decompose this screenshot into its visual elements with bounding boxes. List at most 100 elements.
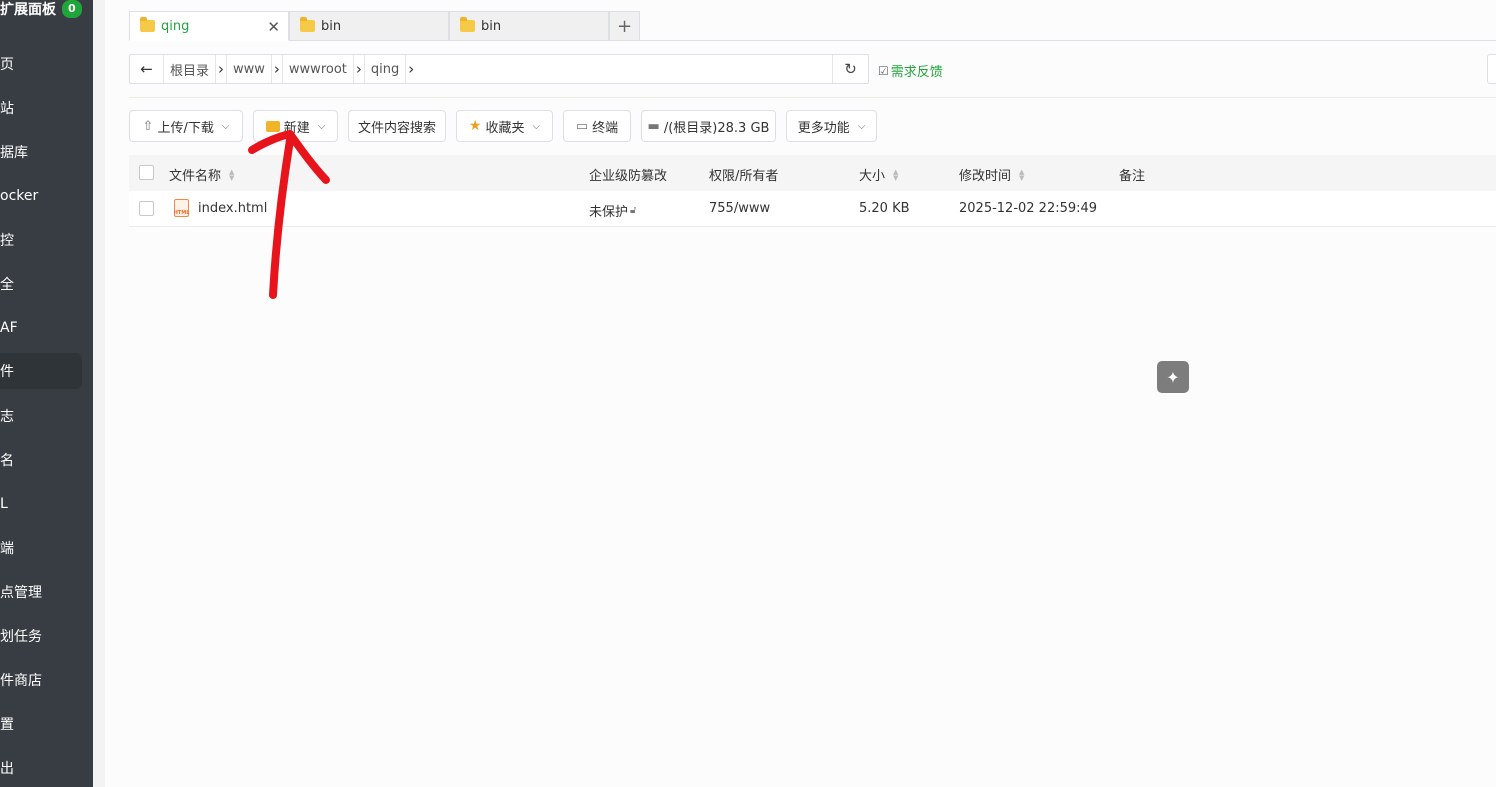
unlock-icon: 🔓︎ xyxy=(630,205,637,216)
file-permission[interactable]: 755/www xyxy=(709,201,770,216)
folder-icon xyxy=(460,17,475,32)
close-icon[interactable]: ✕ xyxy=(267,18,280,36)
sidebar-item-docker[interactable]: ocker xyxy=(0,178,82,214)
sidebar-item-label: ocker xyxy=(0,188,39,204)
protect-status-label: 未保护 xyxy=(589,205,629,220)
file-mtime: 2025-12-02 22:59:49 xyxy=(959,201,1098,216)
sidebar-item-label: 件商店 xyxy=(0,673,42,689)
terminal-button[interactable]: ▭ 终端 xyxy=(563,110,631,142)
sidebar-item-label: L xyxy=(0,496,8,512)
sidebar-item-label: 志 xyxy=(0,409,14,425)
column-size[interactable]: 大小 ▲ ▼ xyxy=(859,165,898,184)
favorites-button[interactable]: ★ 收藏夹 ⌵ xyxy=(456,110,553,142)
sidebar-item-label: AF xyxy=(0,320,18,336)
sidebar-item-monitor[interactable]: 控 xyxy=(0,222,82,258)
sidebar-item-label: 页 xyxy=(0,57,14,73)
chevron-down-icon: ⌵ xyxy=(857,120,866,132)
column-label: 大小 xyxy=(859,169,886,184)
sidebar-item-node-manage[interactable]: 点管理 xyxy=(0,574,82,610)
sidebar-item-logs[interactable]: 志 xyxy=(0,398,82,434)
sidebar-item-logout[interactable]: 出 xyxy=(0,750,82,786)
feedback-icon: ☑ xyxy=(878,63,889,78)
sidebar-item-label: 件 xyxy=(0,364,14,380)
tab-label: bin xyxy=(321,18,342,34)
folder-icon xyxy=(140,17,155,32)
tab-qing[interactable]: qing ✕ xyxy=(129,11,289,41)
sidebar-item-home[interactable]: 页 xyxy=(0,46,82,82)
sidebar-item-website[interactable]: 站 xyxy=(0,90,82,126)
folder-icon xyxy=(300,17,315,32)
sidebar-item-security[interactable]: 全 xyxy=(0,266,82,302)
star-icon: ★ xyxy=(468,118,482,134)
row-checkbox[interactable] xyxy=(139,201,154,216)
magic-wand-icon[interactable]: ✦ xyxy=(1157,361,1189,393)
sidebar-item-ssl[interactable]: L xyxy=(0,486,82,522)
breadcrumb-root[interactable]: 根目录 xyxy=(164,55,217,83)
sidebar-item-domain[interactable]: 名 xyxy=(0,442,82,478)
tab-label: qing xyxy=(161,18,190,34)
button-label: 上传/下载 xyxy=(157,120,214,136)
sidebar-item-label: 据库 xyxy=(0,145,28,161)
tab-bin-1[interactable]: bin xyxy=(289,11,449,41)
column-label: 备注 xyxy=(1119,169,1146,184)
chevron-right-icon[interactable]: › xyxy=(272,55,283,83)
sidebar-item-label: 全 xyxy=(0,277,14,293)
sidebar-item-cron[interactable]: 划任务 xyxy=(0,618,82,654)
content-search-button[interactable]: 文件内容搜索 xyxy=(348,110,446,142)
upload-download-button[interactable]: ⇧ 上传/下载 ⌵ xyxy=(129,110,243,142)
breadcrumb-www[interactable]: www xyxy=(227,55,272,83)
column-note: 备注 xyxy=(1119,165,1145,184)
sidebar-header-title: 扩展面板 xyxy=(0,2,56,18)
tabs-divider xyxy=(640,40,1496,41)
chevron-right-icon[interactable]: › xyxy=(216,55,228,83)
column-mtime[interactable]: 修改时间 ▲ ▼ xyxy=(959,165,1024,184)
red-arrow-annotation xyxy=(248,130,330,299)
tab-bin-2[interactable]: bin xyxy=(449,11,609,41)
sidebar-item-database[interactable]: 据库 xyxy=(0,134,82,170)
file-tabs: qing ✕ bin bin + xyxy=(129,11,640,41)
column-label: 权限/所有者 xyxy=(709,169,779,184)
sidebar-item-waf[interactable]: AF xyxy=(0,310,82,346)
sort-icon[interactable]: ▲ ▼ xyxy=(1019,168,1024,181)
sidebar-header[interactable]: 扩展面板 0 xyxy=(0,0,82,18)
html-file-icon: HTML xyxy=(174,199,189,217)
tab-label: bin xyxy=(481,18,502,34)
search-box[interactable] xyxy=(1487,54,1496,84)
sidebar-item-label: 控 xyxy=(0,233,14,249)
refresh-button[interactable]: ↻ xyxy=(832,55,868,83)
select-all-checkbox[interactable] xyxy=(139,165,154,180)
breadcrumb-wwwroot[interactable]: wwwroot xyxy=(283,55,354,83)
chevron-right-icon[interactable]: › xyxy=(354,55,365,83)
sidebar-item-settings[interactable]: 置 xyxy=(0,706,82,742)
breadcrumb-qing[interactable]: qing xyxy=(365,55,407,83)
button-label: 终端 xyxy=(592,120,619,136)
column-protect: 企业级防篡改 xyxy=(589,165,667,184)
chevron-right-icon[interactable]: › xyxy=(406,55,416,83)
protect-status[interactable]: 未保护 🔓︎ xyxy=(589,201,637,220)
sidebar-item-label: 置 xyxy=(0,717,14,733)
sidebar: 扩展面板 0 页 站 据库 ocker 控 全 AF 件 志 名 L 端 点管理… xyxy=(0,0,93,787)
chevron-down-icon: ⌵ xyxy=(532,120,541,132)
column-label: 企业级防篡改 xyxy=(589,169,668,184)
sort-icon[interactable]: ▲ ▼ xyxy=(893,168,898,181)
header-divider xyxy=(129,97,1496,98)
chevron-down-icon: ⌵ xyxy=(221,120,230,132)
column-name[interactable]: 文件名称 ▲ ▼ xyxy=(169,165,234,184)
sidebar-item-app-store[interactable]: 件商店 xyxy=(0,662,82,698)
sort-icon[interactable]: ▲ ▼ xyxy=(229,168,234,181)
disk-button[interactable]: ▬ /(根目录)28.3 GB xyxy=(641,110,776,142)
sidebar-separator xyxy=(93,0,105,787)
sidebar-item-label: 名 xyxy=(0,453,14,469)
back-button[interactable]: ← xyxy=(130,55,164,83)
sidebar-item-label: 点管理 xyxy=(0,585,42,601)
button-label: 文件内容搜索 xyxy=(357,120,436,136)
more-features-button[interactable]: 更多功能 ⌵ xyxy=(786,110,877,142)
upload-icon: ⇧ xyxy=(142,118,154,134)
button-label: 更多功能 xyxy=(797,120,850,136)
sidebar-header-badge: 0 xyxy=(62,0,82,18)
sidebar-item-terminal[interactable]: 端 xyxy=(0,530,82,566)
add-tab-button[interactable]: + xyxy=(609,11,640,41)
sidebar-item-files[interactable]: 件 xyxy=(0,353,82,389)
file-size: 5.20 KB xyxy=(859,201,910,216)
feedback-link[interactable]: ☑ 需求反馈 xyxy=(878,61,943,81)
